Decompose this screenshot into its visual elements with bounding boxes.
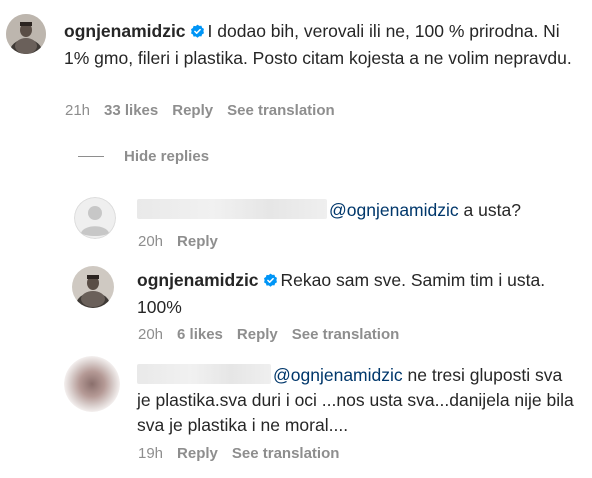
reply-button[interactable]: Reply [237, 326, 278, 343]
reply-button[interactable]: Reply [177, 445, 218, 462]
comments-thread: ognjenamidzic I dodao bih, verovali ili n… [0, 0, 592, 478]
reply-body: @ognjenamidzic ne tresi gluposti sva je … [137, 363, 577, 438]
avatar-photo [6, 14, 46, 54]
verified-badge-icon [190, 21, 205, 46]
avatar[interactable] [64, 356, 120, 412]
avatar-photo [64, 356, 120, 412]
reply-body: ognjenamidzic Rekao sam sve. Samim tim i … [137, 268, 577, 320]
reply-time[interactable]: 20h [138, 326, 163, 343]
see-translation-button[interactable]: See translation [292, 326, 400, 343]
reply-meta: 19h Reply See translation [138, 444, 353, 464]
see-translation-button[interactable]: See translation [232, 445, 340, 462]
reply-time[interactable]: 19h [138, 445, 163, 462]
reply-meta: 20h Reply [138, 232, 232, 252]
reply-username[interactable]: ognjenamidzic [137, 270, 259, 290]
reply-button[interactable]: Reply [177, 233, 218, 250]
avatar[interactable] [6, 14, 46, 54]
blurred-username [137, 364, 271, 384]
reply-time[interactable]: 20h [138, 233, 163, 250]
avatar-photo [72, 266, 114, 308]
likes-count[interactable]: 33 likes [104, 102, 158, 119]
verified-badge-icon [263, 270, 278, 295]
reply-button[interactable]: Reply [172, 102, 213, 119]
hide-replies-button[interactable]: Hide replies [78, 146, 209, 166]
avatar[interactable] [72, 266, 114, 308]
blurred-username [137, 199, 327, 219]
default-user-icon [74, 197, 116, 239]
comment-username[interactable]: ognjenamidzic [64, 21, 186, 41]
comment-time[interactable]: 21h [65, 102, 90, 119]
divider-line [78, 155, 104, 157]
mention-link[interactable]: @ognjenamidzic [329, 200, 459, 220]
comment-meta: 21h 33 likes Reply See translation [65, 101, 349, 121]
reply-text: a usta? [463, 200, 521, 220]
reply-meta: 20h 6 likes Reply See translation [138, 325, 413, 345]
hide-replies-label: Hide replies [124, 147, 210, 165]
mention-link[interactable]: @ognjenamidzic [273, 365, 403, 385]
reply-body: @ognjenamidzic a usta? [137, 198, 577, 223]
comment-body: ognjenamidzic I dodao bih, verovali ili n… [64, 19, 584, 71]
avatar[interactable] [74, 197, 116, 239]
likes-count[interactable]: 6 likes [177, 326, 223, 343]
see-translation-button[interactable]: See translation [227, 102, 335, 119]
